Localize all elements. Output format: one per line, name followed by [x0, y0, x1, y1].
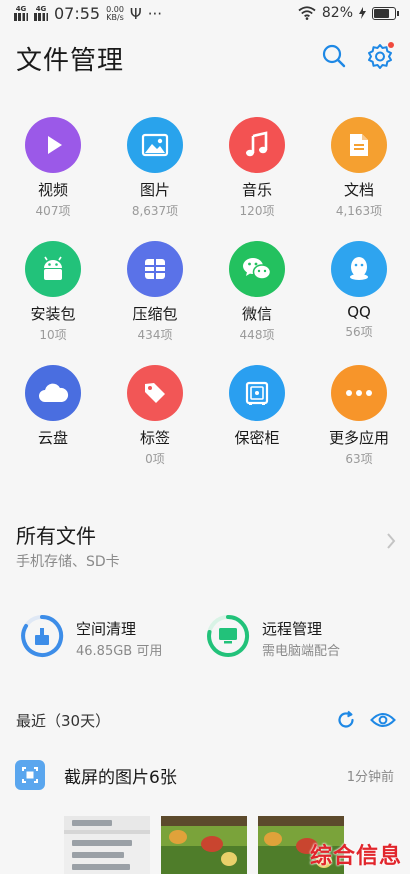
chevron-right-icon	[387, 533, 396, 549]
category-label: 更多应用	[328, 429, 389, 447]
search-button[interactable]	[320, 42, 348, 70]
category-label: 压缩包	[132, 305, 178, 323]
category-safe[interactable]: 保密柜	[206, 365, 308, 450]
category-count: 407项	[35, 204, 71, 218]
music-note-icon	[229, 117, 285, 173]
category-label: 视频	[37, 181, 68, 199]
category-document[interactable]: 文档 4,163项	[308, 117, 410, 219]
category-label: 安装包	[30, 305, 76, 323]
settings-button[interactable]	[366, 42, 394, 70]
battery-icon	[372, 6, 399, 20]
document-icon	[331, 117, 387, 173]
all-files-entry[interactable]: 所有文件 手机存储、SD卡	[0, 512, 410, 578]
clock: 07:55	[54, 4, 101, 23]
all-files-title: 所有文件	[16, 524, 96, 548]
category-count: 63项	[345, 452, 373, 466]
recent-label: 最近（30天）	[16, 712, 111, 730]
network-speed: 0.00 KB/s	[106, 4, 124, 22]
space-cleanup-button[interactable]: 空间清理 46.85GB 可用	[20, 606, 200, 666]
category-play[interactable]: 视频 407项	[2, 117, 104, 219]
category-wechat[interactable]: 微信 448项	[206, 241, 308, 343]
category-count: 4,163项	[335, 204, 383, 218]
cleanup-available: 46.85GB 可用	[76, 644, 163, 659]
safe-icon	[229, 365, 285, 421]
tools-row: 空间清理 46.85GB 可用 远程管理 需电脑端配合	[0, 606, 410, 666]
cloud-icon	[25, 365, 81, 421]
category-count: 434项	[137, 328, 173, 342]
android-icon	[25, 241, 81, 297]
all-files-subtitle: 手机存储、SD卡	[16, 554, 120, 570]
category-label: 标签	[139, 429, 170, 447]
category-label: 图片	[139, 181, 170, 199]
refresh-icon[interactable]	[336, 710, 356, 730]
screenshot-thumbnail[interactable]	[161, 816, 247, 874]
category-label: QQ	[347, 303, 371, 321]
category-count: 0项	[145, 452, 165, 466]
screenshot-icon	[15, 760, 45, 790]
more-apps-icon	[331, 365, 387, 421]
cleanup-icon	[21, 614, 64, 657]
remote-subtitle: 需电脑端配合	[262, 644, 341, 659]
category-label: 微信	[241, 305, 272, 323]
play-icon	[25, 117, 81, 173]
category-tag[interactable]: 标签 0项	[104, 365, 206, 467]
category-music-note[interactable]: 音乐 120项	[206, 117, 308, 219]
recent-group-time: 1分钟前	[346, 770, 394, 785]
category-more-apps[interactable]: 更多应用 63项	[308, 365, 410, 467]
image-icon	[127, 117, 183, 173]
notification-dot	[388, 42, 394, 48]
charging-bolt-icon	[359, 7, 366, 19]
cellular-signal-icon: 4G	[14, 5, 28, 23]
recent-header: 最近（30天）	[0, 702, 410, 738]
category-count: 8,637项	[131, 204, 179, 218]
category-label: 文档	[343, 181, 374, 199]
usb-icon: Ψ	[129, 4, 142, 23]
recent-group-screenshots[interactable]: 截屏的图片6张 1分钟前	[0, 756, 410, 796]
battery-percent: 82%	[321, 5, 353, 21]
search-icon	[322, 44, 346, 68]
category-count: 448项	[239, 328, 275, 342]
watermark: 综合信息	[309, 844, 402, 869]
remote-pc-icon	[207, 614, 250, 657]
more-notifications-icon: ···	[147, 4, 163, 23]
category-label: 保密柜	[234, 429, 280, 447]
app-header: 文件管理	[0, 38, 410, 78]
category-qq[interactable]: QQ 56项	[308, 241, 410, 340]
category-cloud[interactable]: 云盘	[2, 365, 104, 450]
category-label: 云盘	[37, 429, 68, 447]
tag-icon	[127, 365, 183, 421]
remote-management-button[interactable]: 远程管理 需电脑端配合	[206, 606, 386, 666]
category-count: 56项	[345, 325, 373, 339]
status-bar: 4G 4G 07:55 0.00 KB/s Ψ ··· 82%	[0, 0, 410, 28]
page-title: 文件管理	[16, 46, 125, 76]
wechat-icon	[229, 241, 285, 297]
recent-group-title: 截屏的图片6张	[64, 768, 177, 788]
archive-icon	[127, 241, 183, 297]
remote-title: 远程管理	[262, 620, 323, 638]
category-android[interactable]: 安装包 10项	[2, 241, 104, 343]
cleanup-title: 空间清理	[76, 620, 137, 638]
screenshot-thumbnail[interactable]	[64, 816, 150, 874]
category-archive[interactable]: 压缩包 434项	[104, 241, 206, 343]
cellular-signal-2-icon: 4G	[34, 5, 48, 23]
category-image[interactable]: 图片 8,637项	[104, 117, 206, 219]
eye-icon[interactable]	[370, 711, 396, 729]
category-count: 10项	[39, 328, 67, 342]
qq-icon	[331, 241, 387, 297]
category-label: 音乐	[241, 181, 272, 199]
category-count: 120项	[239, 204, 275, 218]
wifi-icon	[298, 6, 316, 20]
